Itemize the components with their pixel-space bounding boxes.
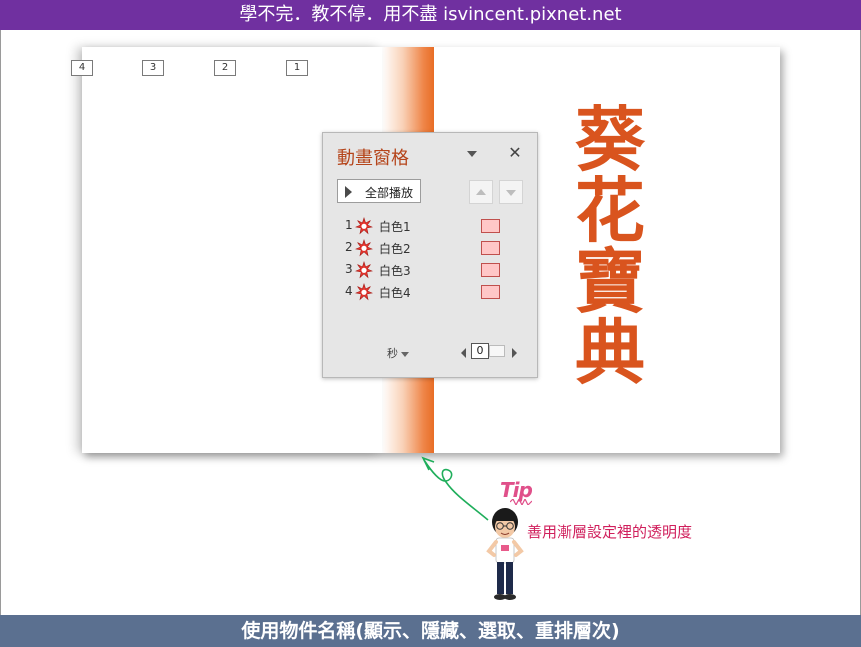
animation-pane: 動畫窗格 ✕ 全部播放 1 白色1 2 白色2 3 白色3 4 白色4 秒 0 bbox=[322, 132, 538, 378]
play-all-label: 全部播放 bbox=[365, 186, 414, 200]
pane-options-dropdown-icon[interactable] bbox=[467, 151, 477, 157]
bottom-banner: 使用物件名稱(顯示、隱藏、選取、重排層次) bbox=[0, 615, 861, 647]
pane-close-icon[interactable]: ✕ bbox=[507, 145, 523, 161]
animation-order-tag: 1 bbox=[286, 60, 308, 76]
title-char: 葵 bbox=[575, 99, 645, 181]
animation-order-tag: 4 bbox=[71, 60, 93, 76]
chevron-down-icon bbox=[506, 190, 516, 196]
emphasis-burst-icon bbox=[355, 239, 373, 257]
play-icon bbox=[345, 186, 352, 198]
chevron-down-icon bbox=[401, 351, 409, 357]
animation-number: 2 bbox=[345, 240, 353, 254]
animation-order-tag: 3 bbox=[142, 60, 164, 76]
chevron-up-icon bbox=[476, 189, 486, 195]
zoom-out-arrow-icon[interactable] bbox=[461, 348, 466, 358]
zoom-in-arrow-icon[interactable] bbox=[512, 348, 517, 358]
animation-timing-bar[interactable] bbox=[481, 263, 500, 277]
seconds-label: 秒 bbox=[387, 347, 398, 360]
animation-list-item[interactable]: 3 白色3 bbox=[337, 261, 527, 279]
animation-timing-bar[interactable] bbox=[481, 285, 500, 299]
animation-object-name: 白色3 bbox=[379, 264, 411, 278]
animation-order-tag: 2 bbox=[214, 60, 236, 76]
timeline-scroll-track[interactable] bbox=[489, 345, 505, 357]
tip-text: 善用漸層設定裡的透明度 bbox=[527, 523, 693, 541]
title-char: 花 bbox=[575, 170, 645, 252]
title-char: 寶 bbox=[575, 241, 645, 323]
seconds-dropdown[interactable]: 秒 bbox=[387, 345, 409, 361]
slide-vertical-title[interactable]: 葵 花 寶 典 bbox=[570, 105, 650, 389]
animation-list-item[interactable]: 1 白色1 bbox=[337, 217, 527, 235]
animation-number: 3 bbox=[345, 262, 353, 276]
animation-number: 1 bbox=[345, 218, 353, 232]
animation-timing-bar[interactable] bbox=[481, 241, 500, 255]
cartoon-avatar-icon bbox=[486, 508, 524, 600]
title-char: 典 bbox=[575, 312, 645, 394]
move-down-button[interactable] bbox=[499, 180, 523, 204]
animation-object-name: 白色4 bbox=[379, 286, 411, 300]
animation-timing-bar[interactable] bbox=[481, 219, 500, 233]
emphasis-burst-icon bbox=[355, 261, 373, 279]
move-up-button[interactable] bbox=[469, 180, 493, 204]
emphasis-burst-icon bbox=[355, 217, 373, 235]
animation-object-name: 白色2 bbox=[379, 242, 411, 256]
animation-object-name: 白色1 bbox=[379, 220, 411, 234]
animation-pane-title: 動畫窗格 bbox=[337, 148, 409, 169]
animation-list-item[interactable]: 2 白色2 bbox=[337, 239, 527, 257]
play-all-button[interactable]: 全部播放 bbox=[337, 179, 421, 203]
top-banner: 學不完．教不停．用不盡 isvincent.pixnet.net bbox=[0, 0, 861, 30]
animation-number: 4 bbox=[345, 284, 353, 298]
emphasis-burst-icon bbox=[355, 283, 373, 301]
timeline-zoom-value[interactable]: 0 bbox=[471, 343, 489, 359]
animation-list-item[interactable]: 4 白色4 bbox=[337, 283, 527, 301]
